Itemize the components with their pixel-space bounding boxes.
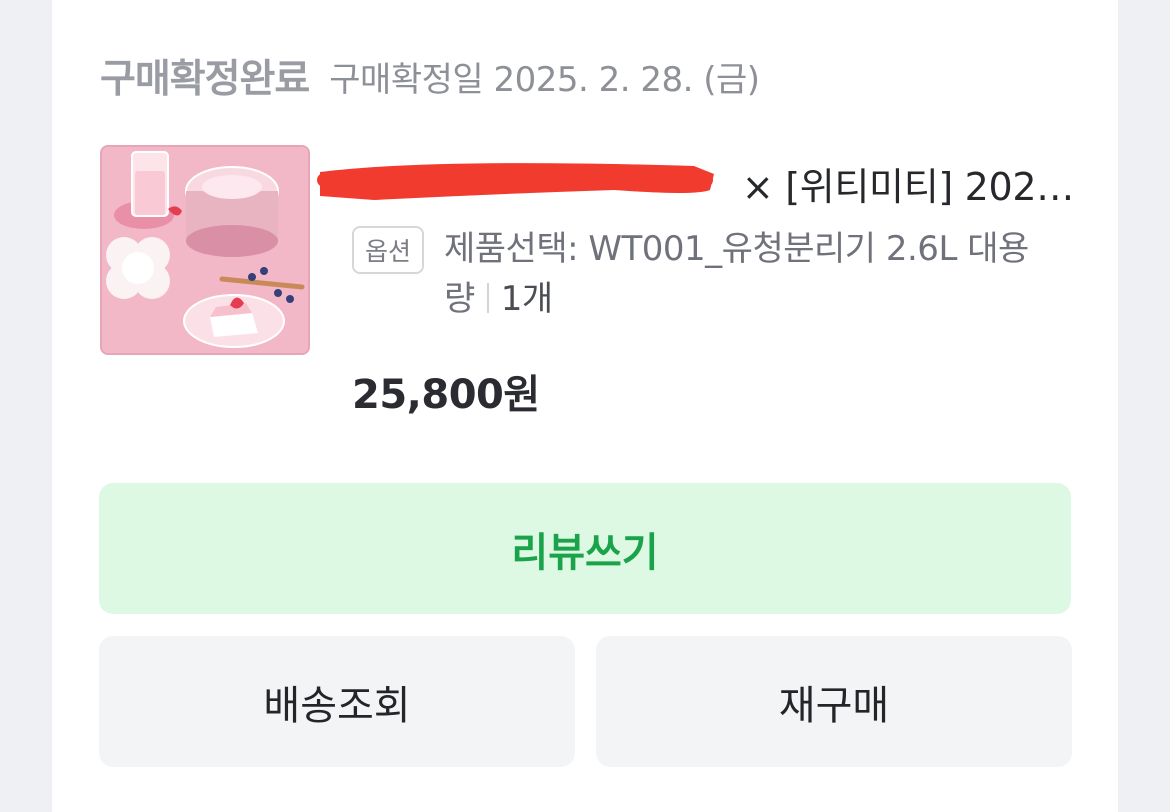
product-thumbnail[interactable]	[100, 145, 310, 355]
write-review-button[interactable]: 리뷰쓰기	[99, 483, 1071, 614]
option-details: 제품선택: WT001_유청분리기 2.6L 대용량 1개	[444, 224, 1054, 324]
rebuy-button[interactable]: 재구매	[596, 636, 1072, 767]
product-name: × [위티미티] 202…	[741, 165, 1074, 209]
product-image	[102, 147, 308, 353]
track-delivery-button[interactable]: 배송조회	[99, 636, 575, 767]
order-status-row: 구매확정완료 구매확정일 2025. 2. 28. (금)	[100, 46, 760, 106]
product-name-row[interactable]: × [위티미티] 202…	[314, 150, 1074, 216]
option-divider	[486, 283, 489, 313]
order-confirm-date: 구매확정일 2025. 2. 28. (금)	[329, 59, 760, 100]
redaction-scribble	[317, 163, 714, 200]
order-card: 구매확정완료 구매확정일 2025. 2. 28. (금) × [위티미티] 2…	[52, 0, 1118, 812]
option-quantity: 1개	[500, 279, 553, 319]
product-price: 25,800원	[352, 372, 540, 418]
option-badge: 옵션	[352, 226, 424, 274]
product-option-row: 옵션 제품선택: WT001_유청분리기 2.6L 대용량 1개	[352, 224, 1072, 324]
order-status-title: 구매확정완료	[100, 57, 310, 102]
